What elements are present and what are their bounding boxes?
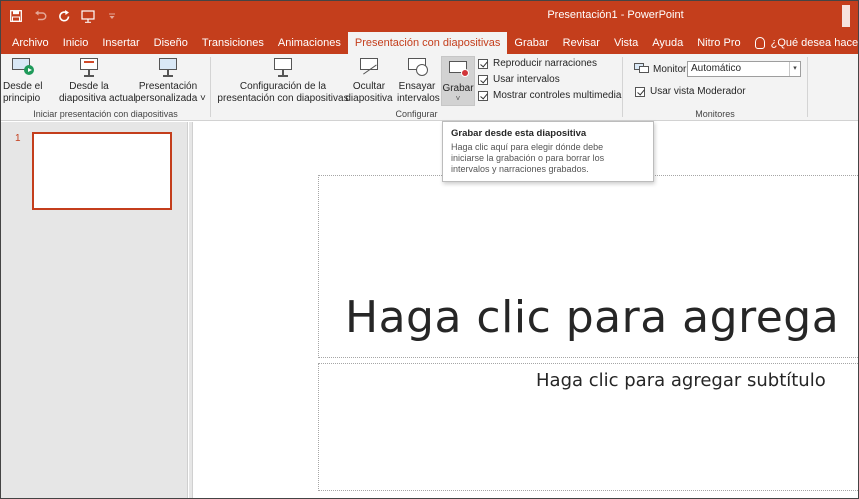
hide-label-2: diapositiva xyxy=(345,93,393,104)
rehearse-timings-button[interactable]: Ensayar intervalos xyxy=(397,56,440,105)
tab-archivo[interactable]: Archivo xyxy=(5,32,56,54)
window-control[interactable] xyxy=(836,1,856,32)
tab-grabar[interactable]: Grabar xyxy=(507,32,555,54)
tooltip-title: Grabar desde esta diapositiva xyxy=(451,128,587,139)
tell-me-search[interactable]: ¿Qué desea hacer? xyxy=(748,32,859,54)
play-narrations-label: Reproducir narraciones xyxy=(493,58,597,69)
use-timings-checkbox[interactable]: Usar intervalos xyxy=(478,74,560,85)
subtitle-placeholder[interactable]: Haga clic para agregar subtítulo xyxy=(318,363,858,491)
tab-transiciones[interactable]: Transiciones xyxy=(195,32,271,54)
configure-label-1: Configuración de la xyxy=(239,81,327,92)
from-current-slide-icon xyxy=(78,56,100,78)
from-beginning-label-1: Desde el xyxy=(3,81,43,92)
chevron-down-icon[interactable]: ▾ xyxy=(789,62,800,76)
slide-thumbnail-pane: 1 xyxy=(1,122,188,498)
group-label-start: Iniciar presentación con diapositivas xyxy=(33,109,178,119)
use-timings-label: Usar intervalos xyxy=(493,74,560,85)
tab-insertar[interactable]: Insertar xyxy=(95,32,146,54)
checkbox-icon xyxy=(635,86,645,97)
checkbox-icon xyxy=(478,90,488,101)
setup-slideshow-button[interactable]: Configuración de la presentación con dia… xyxy=(217,56,349,105)
custom-label-1: Presentación xyxy=(138,81,198,92)
from-current-label-2: diapositiva actual xyxy=(59,93,136,104)
tab-inicio[interactable]: Inicio xyxy=(56,32,96,54)
monitor-label-row: Monitor: xyxy=(634,63,689,75)
ribbon-tabs: Archivo Inicio Insertar Diseño Transicio… xyxy=(1,32,859,54)
checkbox-icon xyxy=(478,58,488,69)
group-start-slideshow: Desde el principio Desde la diapositiva … xyxy=(1,54,210,121)
tell-me-label: ¿Qué desea hacer? xyxy=(770,37,859,49)
checkbox-icon xyxy=(478,74,488,85)
record-icon xyxy=(447,59,469,81)
monitor-icon xyxy=(634,63,650,75)
group-label-setup: Configurar xyxy=(395,109,438,119)
powerpoint-window: Presentación1 - PowerPoint Archivo Inici… xyxy=(0,0,859,499)
tab-revisar[interactable]: Revisar xyxy=(556,32,607,54)
subtitle-placeholder-text: Haga clic para agregar subtítulo xyxy=(536,370,826,391)
tab-diseno[interactable]: Diseño xyxy=(147,32,195,54)
chevron-down-icon[interactable]: ˅ xyxy=(442,95,474,103)
hide-slide-icon xyxy=(358,56,380,78)
play-narrations-checkbox[interactable]: Reproducir narraciones xyxy=(478,58,597,69)
tab-ayuda[interactable]: Ayuda xyxy=(645,32,690,54)
record-tooltip: Grabar desde esta diapositiva Haga clic … xyxy=(442,121,654,182)
title-placeholder[interactable]: Haga clic para agrega xyxy=(318,175,858,358)
from-current-label-1: Desde la xyxy=(69,81,109,92)
custom-slideshow-button[interactable]: Presentación personalizada ˅ xyxy=(135,56,206,105)
monitor-select[interactable]: Automático ▾ xyxy=(687,61,801,77)
window-title: Presentación1 - PowerPoint xyxy=(547,9,684,21)
monitor-label: Monitor: xyxy=(653,63,690,75)
setup-slideshow-icon xyxy=(272,56,294,78)
title-placeholder-text: Haga clic para agrega xyxy=(345,292,840,343)
tab-presentacion-con-diapositivas[interactable]: Presentación con diapositivas xyxy=(347,32,508,54)
show-media-controls-checkbox[interactable]: Mostrar controles multimedia xyxy=(478,90,621,101)
hide-label-1: Ocultar xyxy=(352,81,386,92)
from-beginning-label-2: principio xyxy=(3,93,41,104)
tooltip-line-1: Haga clic aquí para elegir dónde debe xyxy=(451,142,604,152)
hide-slide-button[interactable]: Ocultar diapositiva xyxy=(344,56,394,105)
title-bar: Presentación1 - PowerPoint xyxy=(1,1,858,32)
group-separator xyxy=(807,57,808,117)
rehearse-label-2: intervalos xyxy=(397,93,440,104)
from-beginning-button[interactable]: Desde el principio xyxy=(3,56,43,105)
show-media-controls-label: Mostrar controles multimedia xyxy=(493,90,622,101)
monitor-select-value: Automático xyxy=(691,63,742,74)
group-label-monitors: Monitores xyxy=(695,109,735,119)
rehearse-label-1: Ensayar xyxy=(398,81,436,92)
rehearse-timings-icon xyxy=(406,56,428,78)
custom-slideshow-icon xyxy=(157,56,179,78)
lightbulb-icon xyxy=(754,37,765,49)
tooltip-line-2: iniciarse la grabación o para borrar los xyxy=(451,153,605,163)
presenter-view-checkbox[interactable]: Usar vista Moderador xyxy=(635,86,746,97)
custom-label-2: personalizada ˅ xyxy=(135,93,206,104)
slide-number: 1 xyxy=(15,133,21,144)
presenter-view-label: Usar vista Moderador xyxy=(650,86,746,97)
from-beginning-icon xyxy=(10,56,34,78)
tab-vista[interactable]: Vista xyxy=(607,32,645,54)
ribbon: Desde el principio Desde la diapositiva … xyxy=(1,54,858,121)
tab-animaciones[interactable]: Animaciones xyxy=(271,32,348,54)
record-slideshow-button[interactable]: Grabar ˅ xyxy=(441,56,475,106)
slide-thumbnail[interactable] xyxy=(32,132,172,210)
configure-label-2: presentación con diapositivas xyxy=(217,93,349,104)
from-current-slide-button[interactable]: Desde la diapositiva actual xyxy=(59,56,136,105)
tooltip-line-3: intervalos y narraciones grabados. xyxy=(451,164,589,174)
tab-nitro-pro[interactable]: Nitro Pro xyxy=(690,32,747,54)
